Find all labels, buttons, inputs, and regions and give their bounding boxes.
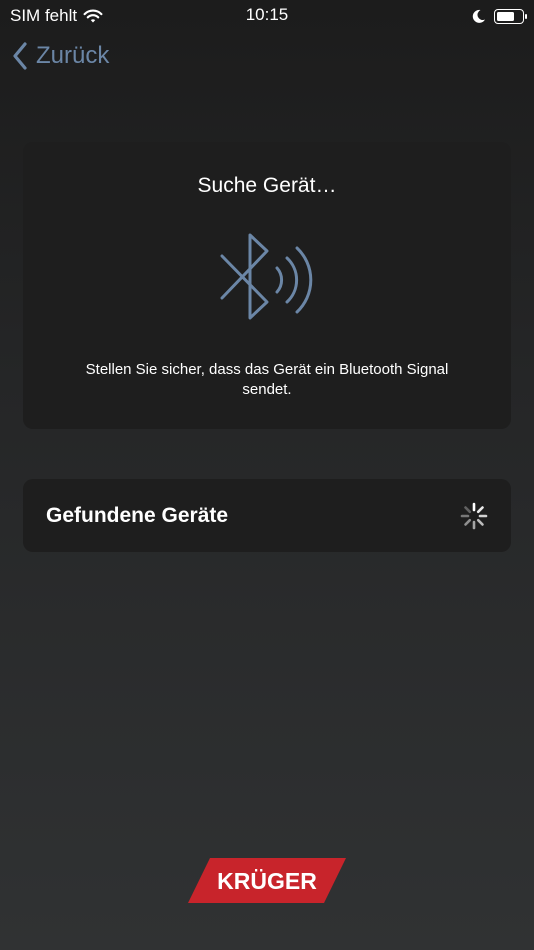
battery-tip — [525, 13, 527, 19]
back-label: Zurück — [36, 42, 110, 69]
back-button[interactable]: Zurück — [12, 42, 109, 70]
search-title: Suche Gerät… — [197, 174, 337, 197]
battery-icon — [494, 8, 527, 24]
bluetooth-searching-icon — [220, 233, 313, 320]
logo-text: KRÜGER — [217, 868, 317, 894]
battery-fill — [497, 11, 514, 21]
status-bar: SIM fehlt 10:15 — [0, 0, 534, 32]
status-time: 10:15 — [245, 5, 289, 24]
kruger-logo: KRÜGER — [188, 858, 346, 903]
loading-spinner-icon — [460, 502, 488, 529]
search-hint: Stellen Sie sicher, dass das Gerät ein B… — [85, 361, 449, 398]
found-devices-card: Gefundene Geräte — [23, 479, 511, 552]
chevron-left-icon — [13, 42, 27, 70]
found-devices-title: Gefundene Geräte — [46, 503, 229, 527]
